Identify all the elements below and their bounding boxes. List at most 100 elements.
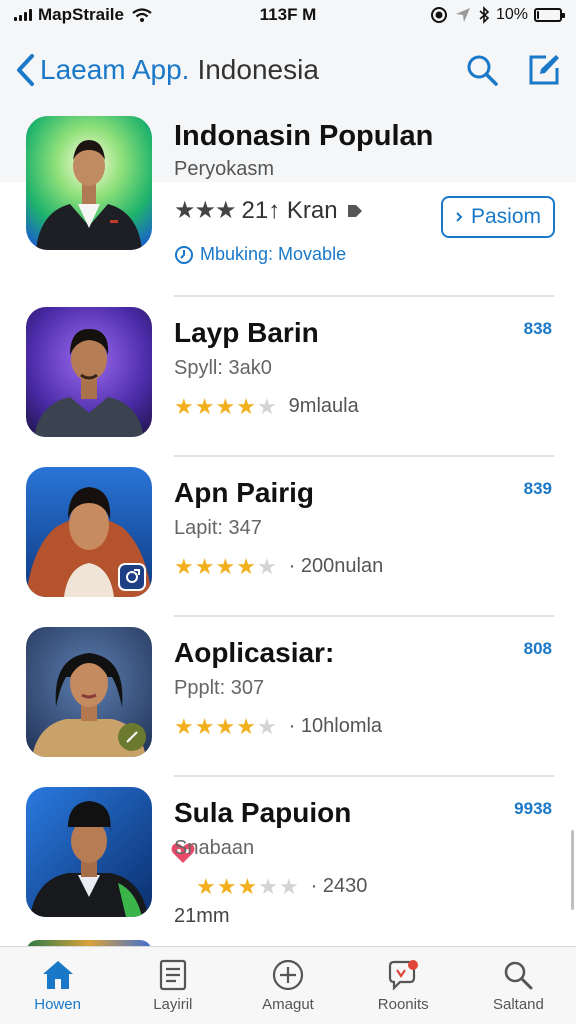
star-rating: ★ ★ ★ ★ ★ xyxy=(174,393,277,419)
star-filled-icon: ★ xyxy=(194,713,215,739)
chat-icon xyxy=(389,960,419,991)
review-count: · 10hlomla xyxy=(288,715,383,737)
search-icon[interactable] xyxy=(464,52,500,88)
app-title: Aoplicasiar: xyxy=(174,637,335,668)
featured-app-subtitle: Peryokasm xyxy=(174,158,275,180)
location-icon xyxy=(455,8,470,22)
star-filled-icon: ★ xyxy=(196,873,216,899)
star-filled-icon: ★ xyxy=(236,393,256,419)
app-subtitle: Lapit: 347 xyxy=(174,517,262,539)
tab-label: Saltand xyxy=(492,996,544,1013)
tab-list[interactable]: Layiril xyxy=(115,947,230,1024)
list-item[interactable]: Layp Barin Spyll: 3ak0 ★ ★ ★ ★ ★ 9mlaula 838 xyxy=(0,295,576,455)
carrier-label: MapStraile xyxy=(38,5,124,24)
star-rating: ★ ★ ★ ★ ★ xyxy=(174,553,277,579)
list-item[interactable]: Aoplicasiar: Ppplt: 307 ★ ★ ★ ★ ★ · 10hlomla… xyxy=(0,615,576,775)
star-rating: ★ ★ ★ ★ ★ xyxy=(174,713,277,739)
featured-note: Mbuking: Movable xyxy=(174,244,346,265)
app-title: Layp Barin xyxy=(174,317,319,348)
star-filled-icon: ★ xyxy=(216,873,237,899)
alarm-icon xyxy=(430,7,447,23)
list-item[interactable]: Apn Pairig Lapit: 347 ★ ★ ★ ★ ★ · 200nulan 8… xyxy=(0,455,576,615)
compose-icon[interactable] xyxy=(526,52,562,88)
featured-button-label: Pasiom xyxy=(470,205,542,228)
bluetooth-icon xyxy=(479,6,490,24)
star-filled-icon: ★ xyxy=(215,553,236,579)
battery-icon xyxy=(534,8,565,22)
app-subtitle: Spyll: 3ak0 xyxy=(174,357,272,379)
app-rating: ★ ★ ★ ★ ★ · 200nulan xyxy=(174,555,383,578)
tab-label: Amagut xyxy=(262,996,314,1013)
featured-app[interactable]: Indonasin Populan Peryokasm ★★★ 21↑ Kran… xyxy=(0,110,576,295)
tab-messages[interactable]: Roonits xyxy=(346,947,461,1024)
review-count: · 2430 xyxy=(310,875,368,897)
featured-app-title: Indonasin Populan xyxy=(174,120,434,152)
star-filled-icon: ★ xyxy=(237,873,258,899)
chevron-right-icon xyxy=(456,212,463,222)
arrow-right-icon xyxy=(347,204,362,217)
rating-stars: ★★★ xyxy=(174,197,237,224)
signal-icon xyxy=(14,9,32,21)
app-subtitle: Ppplt: 307 xyxy=(174,677,265,699)
featured-app-thumbnail xyxy=(26,116,152,250)
wifi-icon xyxy=(132,8,152,22)
scroll-indicator[interactable] xyxy=(571,830,574,910)
list-icon xyxy=(159,959,186,991)
star-rating: ★ ★ ★ ★ ★ xyxy=(196,873,299,899)
back-chevron-icon[interactable] xyxy=(14,53,36,87)
app-thumbnail xyxy=(26,787,152,917)
app-list: Layp Barin Spyll: 3ak0 ★ ★ ★ ★ ★ 9mlaula 838 xyxy=(0,295,576,935)
star-filled-icon: ★ xyxy=(174,713,194,739)
tab-bar: Howen Layiril Amagut Roonits Saltand xyxy=(0,946,576,1024)
navigation-bar: Laeam App. Indonesia xyxy=(0,30,576,110)
app-price[interactable]: 838 xyxy=(524,319,552,339)
star-filled-icon: ★ xyxy=(174,393,194,419)
app-thumbnail xyxy=(26,467,152,597)
status-bar: MapStraile 113F M 10% xyxy=(0,0,576,30)
list-item[interactable]: Sula Papuion Snabaan ★ ★ ★ ★ ★ · 2430 21mm 9… xyxy=(0,775,576,935)
app-title: Apn Pairig xyxy=(174,477,315,508)
app-badge xyxy=(118,563,146,591)
featured-note-text: Mbuking: Movable xyxy=(200,244,347,264)
battery-percent: 10% xyxy=(495,6,528,23)
app-title: Sula Papuion xyxy=(174,797,352,828)
tab-home[interactable]: Howen xyxy=(0,947,115,1024)
app-subtitle: Snabaan xyxy=(174,837,255,859)
featured-rating-text: 21↑ Kran xyxy=(241,196,338,224)
review-count: 9mlaula xyxy=(288,395,359,417)
app-price[interactable]: 839 xyxy=(524,479,552,499)
review-count: · 200nulan xyxy=(288,555,384,577)
app-price[interactable]: 808 xyxy=(524,639,552,659)
star-empty-icon: ★ xyxy=(258,873,278,899)
tab-search[interactable]: Saltand xyxy=(461,947,576,1024)
star-filled-icon: ★ xyxy=(215,713,236,739)
search-icon xyxy=(505,961,533,990)
star-filled-icon: ★ xyxy=(236,553,256,579)
star-filled-icon: ★ xyxy=(236,713,256,739)
app-badge xyxy=(118,723,146,751)
app-rating: ★ ★ ★ ★ ★ · 2430 xyxy=(196,875,367,898)
tab-label: Layiril xyxy=(153,996,193,1013)
star-filled-icon: ★ xyxy=(194,553,215,579)
app-thumbnail xyxy=(26,627,152,757)
star-filled-icon: ★ xyxy=(215,393,236,419)
app-price[interactable]: 9938 xyxy=(514,799,552,819)
star-empty-icon: ★ xyxy=(256,553,277,579)
tab-add[interactable]: Amagut xyxy=(230,947,345,1024)
featured-app-rating: ★★★ 21↑ Kran xyxy=(174,196,364,225)
back-button[interactable]: Laeam App. xyxy=(40,54,189,86)
star-filled-icon: ★ xyxy=(194,393,215,419)
app-size: 21mm xyxy=(174,905,230,927)
featured-action-button[interactable]: Pasiom xyxy=(441,196,555,238)
star-empty-icon: ★ xyxy=(256,393,277,419)
star-empty-icon: ★ xyxy=(256,713,277,739)
star-filled-icon: ★ xyxy=(174,553,194,579)
page-title: Indonesia xyxy=(197,54,319,85)
clock-icon xyxy=(175,245,193,264)
tab-label: Roonits xyxy=(377,996,429,1013)
app-thumbnail xyxy=(26,307,152,437)
star-empty-icon: ★ xyxy=(278,873,299,899)
home-icon xyxy=(42,961,73,989)
app-rating: ★ ★ ★ ★ ★ 9mlaula xyxy=(174,395,359,418)
plus-circle-icon xyxy=(272,959,304,991)
